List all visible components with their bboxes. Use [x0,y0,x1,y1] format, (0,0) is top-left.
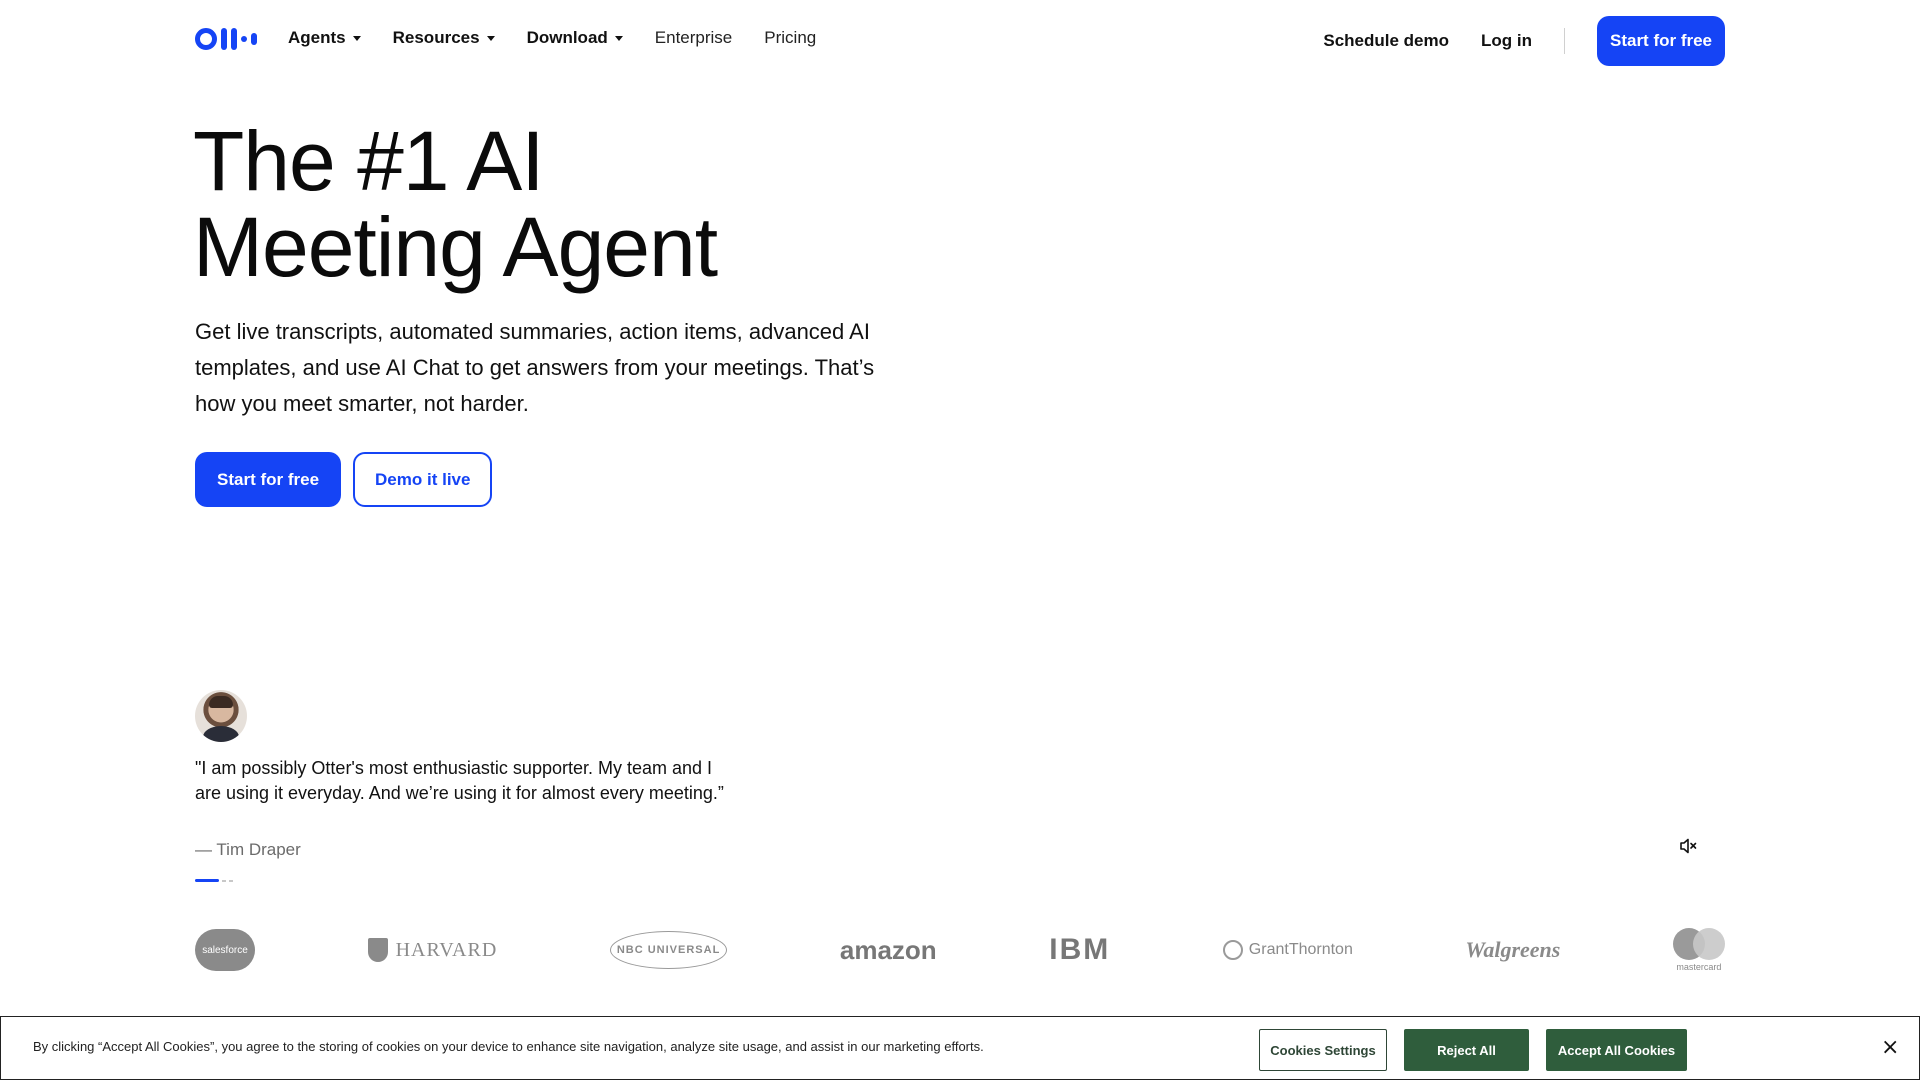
reject-all-button[interactable]: Reject All [1404,1029,1529,1071]
salesforce-logo-text: salesforce [202,944,248,956]
main-nav: Agents Resources Download Enterprise Pri… [288,28,816,48]
ibm-logo: IBM [1049,933,1110,967]
nav-pricing[interactable]: Pricing [764,28,816,48]
logo-bar-icon [221,28,227,50]
logo-bar-icon [251,33,257,45]
chevron-down-icon [486,35,495,41]
log-in-link[interactable]: Log in [1481,31,1532,51]
hero-subtitle: Get live transcripts, automated summarie… [195,319,875,416]
nav-enterprise-label: Enterprise [654,28,733,47]
shield-icon [367,938,388,962]
header-start-free-button[interactable]: Start for free [1597,16,1725,66]
nav-agents-label: Agents [288,28,346,47]
otter-logo[interactable] [195,28,257,50]
testimonial-progress[interactable] [195,879,233,882]
salesforce-logo: salesforce [195,929,255,971]
site-header: Agents Resources Download Enterprise Pri… [0,0,1920,82]
cookie-actions: Cookies Settings Reject All Accept All C… [1259,1029,1687,1071]
logo-bar-icon [231,28,237,50]
schedule-demo-link[interactable]: Schedule demo [1323,31,1449,51]
chevron-down-icon [352,35,361,41]
grant-thornton-logo: GrantThornton [1222,940,1353,960]
nav-download-label: Download [526,28,608,47]
mastercard-logo: mastercard [1672,928,1725,972]
nav-enterprise[interactable]: Enterprise [655,28,732,48]
header-actions: Schedule demo Log in Start for free [1323,16,1725,66]
grant-thornton-logo-text: GrantThornton [1248,941,1353,958]
ibm-logo-text: IBM [1049,933,1111,966]
demo-it-live-button[interactable]: Demo it live [353,452,493,507]
testimonial-quote: "I am possibly Otter's most enthusiastic… [195,758,724,803]
nbcuniversal-logo-text: NBC UNIVERSAL [616,944,721,956]
header-divider [1564,28,1565,54]
nav-pricing-label: Pricing [764,28,817,47]
swirl-icon [1222,940,1243,960]
nav-resources[interactable]: Resources [393,28,495,48]
mastercard-circles-icon [1672,928,1725,960]
walgreens-logo: Walgreens [1465,937,1560,963]
testimonial-author: — Tim Draper [195,840,301,859]
cookies-settings-button[interactable]: Cookies Settings [1259,1029,1387,1071]
amazon-logo-text: amazon [839,934,937,965]
customer-logos: salesforce HARVARD NBC UNIVERSAL amazon … [195,922,1725,978]
progress-idle-segment [229,879,233,882]
nav-resources-label: Resources [392,28,480,47]
mute-button[interactable] [1678,836,1700,858]
logo-dot-icon [241,36,247,42]
speaker-muted-icon [1680,838,1697,854]
cookie-banner: By clicking “Accept All Cookies”, you ag… [0,1016,1920,1080]
amazon-logo: amazon [840,935,937,966]
logo-ring-icon [195,28,217,50]
mastercard-logo-text: mastercard [1676,962,1722,972]
hero-start-free-button[interactable]: Start for free [195,452,342,507]
nav-download[interactable]: Download [527,28,623,48]
harvard-logo-text: HARVARD [395,938,498,961]
cookie-text: By clicking “Accept All Cookies”, you ag… [33,1039,984,1054]
nav-agents[interactable]: Agents [288,28,361,48]
progress-idle-segment [222,879,226,882]
avatar [195,690,247,742]
hero-title-line1: The #1 AI [193,114,545,208]
chevron-down-icon [614,35,623,41]
accept-all-cookies-button[interactable]: Accept All Cookies [1546,1029,1687,1071]
progress-active-segment [195,879,219,882]
walgreens-logo-text: Walgreens [1465,937,1561,962]
close-icon[interactable]: × [1881,1037,1899,1059]
hero-title-line2: Meeting Agent [193,200,718,294]
hero-cta-group: Start for free Demo it live [195,452,493,507]
hero-title: The #1 AI Meeting Agent [193,118,893,290]
nbcuniversal-logo: NBC UNIVERSAL [609,931,728,969]
harvard-logo: HARVARD [367,938,498,962]
